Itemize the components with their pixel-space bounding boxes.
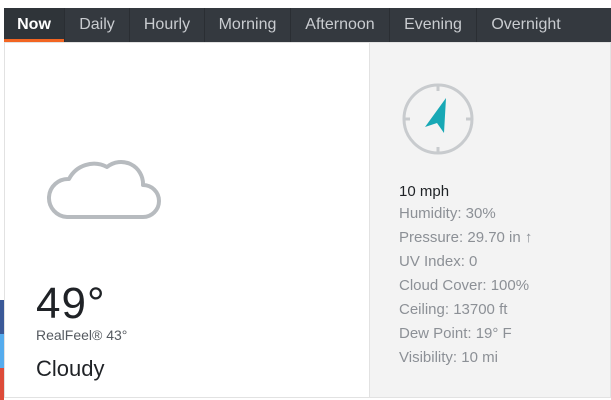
current-temperature: 49°: [36, 279, 106, 328]
cloud-icon: [46, 159, 161, 219]
wind-speed: 10 mph: [399, 183, 450, 200]
tab-overnight[interactable]: Overnight: [477, 8, 575, 42]
tab-now[interactable]: Now: [4, 8, 65, 42]
tab-evening[interactable]: Evening: [390, 8, 477, 42]
current-conditions-card: 49° RealFeel® 43° Cloudy 10 mph Humidity…: [4, 42, 611, 398]
humidity-value: Humidity: 30%: [399, 205, 496, 222]
compass-icon: [402, 83, 474, 155]
realfeel-temperature: RealFeel® 43°: [36, 327, 128, 343]
current-summary-panel: 49° RealFeel® 43° Cloudy: [5, 43, 369, 397]
tab-daily[interactable]: Daily: [65, 8, 130, 42]
tab-hourly[interactable]: Hourly: [130, 8, 205, 42]
tab-morning[interactable]: Morning: [205, 8, 291, 42]
conditions-list: Humidity: 30% Pressure: 29.70 in ↑ UV In…: [399, 205, 532, 373]
visibility-value: Visibility: 10 mi: [399, 349, 498, 366]
dew-point-value: Dew Point: 19° F: [399, 325, 512, 342]
details-panel: 10 mph Humidity: 30% Pressure: 29.70 in …: [369, 43, 610, 397]
tab-afternoon[interactable]: Afternoon: [291, 8, 390, 42]
ceiling-value: Ceiling: 13700 ft: [399, 301, 508, 318]
pressure-value: Pressure: 29.70 in ↑: [399, 229, 533, 246]
weather-phrase: Cloudy: [36, 356, 105, 381]
uv-index-value: UV Index: 0: [399, 253, 478, 270]
forecast-tabs: Now Daily Hourly Morning Afternoon Eveni…: [4, 8, 611, 42]
cloud-cover-value: Cloud Cover: 100%: [399, 277, 530, 294]
